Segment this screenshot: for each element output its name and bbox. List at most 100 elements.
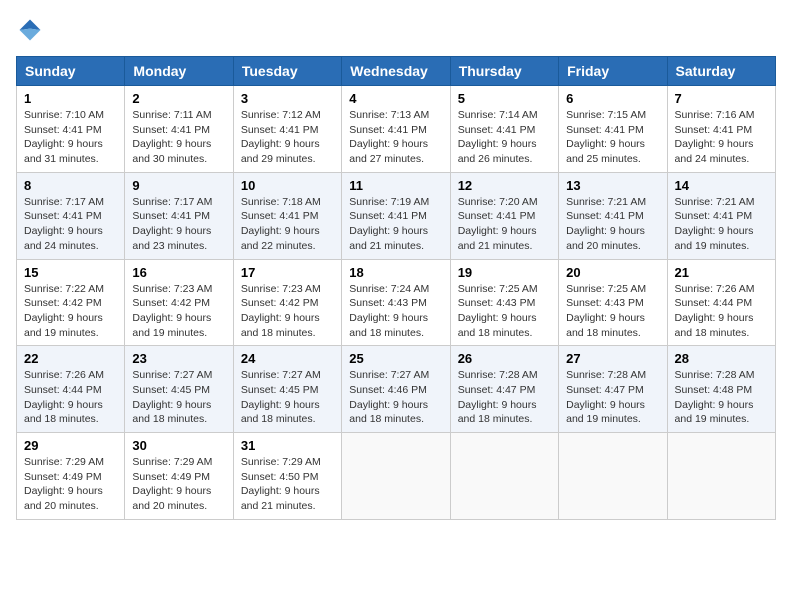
day-number: 6: [566, 91, 659, 106]
calendar-week-2: 8 Sunrise: 7:17 AMSunset: 4:41 PMDayligh…: [17, 172, 776, 259]
day-number: 1: [24, 91, 117, 106]
calendar-cell: 21 Sunrise: 7:26 AMSunset: 4:44 PMDaylig…: [667, 259, 775, 346]
calendar-cell: 17 Sunrise: 7:23 AMSunset: 4:42 PMDaylig…: [233, 259, 341, 346]
day-info: Sunrise: 7:25 AMSunset: 4:43 PMDaylight:…: [566, 283, 646, 339]
weekday-header-tuesday: Tuesday: [233, 57, 341, 86]
calendar-cell: [559, 433, 667, 520]
calendar-cell: 14 Sunrise: 7:21 AMSunset: 4:41 PMDaylig…: [667, 172, 775, 259]
day-info: Sunrise: 7:23 AMSunset: 4:42 PMDaylight:…: [132, 283, 212, 339]
calendar-week-5: 29 Sunrise: 7:29 AMSunset: 4:49 PMDaylig…: [17, 433, 776, 520]
day-number: 10: [241, 178, 334, 193]
day-number: 14: [675, 178, 768, 193]
day-info: Sunrise: 7:27 AMSunset: 4:45 PMDaylight:…: [132, 369, 212, 425]
day-info: Sunrise: 7:29 AMSunset: 4:49 PMDaylight:…: [132, 456, 212, 512]
calendar-cell: 11 Sunrise: 7:19 AMSunset: 4:41 PMDaylig…: [342, 172, 450, 259]
day-info: Sunrise: 7:11 AMSunset: 4:41 PMDaylight:…: [132, 109, 211, 165]
weekday-header-saturday: Saturday: [667, 57, 775, 86]
calendar-table: SundayMondayTuesdayWednesdayThursdayFrid…: [16, 56, 776, 520]
calendar-cell: 10 Sunrise: 7:18 AMSunset: 4:41 PMDaylig…: [233, 172, 341, 259]
day-number: 12: [458, 178, 551, 193]
calendar-cell: [450, 433, 558, 520]
calendar-cell: 20 Sunrise: 7:25 AMSunset: 4:43 PMDaylig…: [559, 259, 667, 346]
calendar-header-row: SundayMondayTuesdayWednesdayThursdayFrid…: [17, 57, 776, 86]
day-number: 3: [241, 91, 334, 106]
calendar-cell: 28 Sunrise: 7:28 AMSunset: 4:48 PMDaylig…: [667, 346, 775, 433]
calendar-cell: 26 Sunrise: 7:28 AMSunset: 4:47 PMDaylig…: [450, 346, 558, 433]
weekday-header-thursday: Thursday: [450, 57, 558, 86]
day-number: 16: [132, 265, 225, 280]
day-number: 17: [241, 265, 334, 280]
calendar-cell: 3 Sunrise: 7:12 AMSunset: 4:41 PMDayligh…: [233, 86, 341, 173]
day-number: 25: [349, 351, 442, 366]
calendar-cell: [342, 433, 450, 520]
calendar-cell: 5 Sunrise: 7:14 AMSunset: 4:41 PMDayligh…: [450, 86, 558, 173]
calendar-cell: 12 Sunrise: 7:20 AMSunset: 4:41 PMDaylig…: [450, 172, 558, 259]
day-info: Sunrise: 7:17 AMSunset: 4:41 PMDaylight:…: [132, 196, 212, 252]
day-number: 4: [349, 91, 442, 106]
day-number: 22: [24, 351, 117, 366]
day-info: Sunrise: 7:10 AMSunset: 4:41 PMDaylight:…: [24, 109, 104, 165]
calendar-cell: 23 Sunrise: 7:27 AMSunset: 4:45 PMDaylig…: [125, 346, 233, 433]
day-info: Sunrise: 7:21 AMSunset: 4:41 PMDaylight:…: [675, 196, 755, 252]
logo: [16, 16, 48, 44]
calendar-week-1: 1 Sunrise: 7:10 AMSunset: 4:41 PMDayligh…: [17, 86, 776, 173]
day-number: 24: [241, 351, 334, 366]
day-number: 23: [132, 351, 225, 366]
day-number: 31: [241, 438, 334, 453]
day-info: Sunrise: 7:19 AMSunset: 4:41 PMDaylight:…: [349, 196, 429, 252]
calendar-cell: 8 Sunrise: 7:17 AMSunset: 4:41 PMDayligh…: [17, 172, 125, 259]
day-info: Sunrise: 7:18 AMSunset: 4:41 PMDaylight:…: [241, 196, 321, 252]
weekday-header-sunday: Sunday: [17, 57, 125, 86]
calendar-week-4: 22 Sunrise: 7:26 AMSunset: 4:44 PMDaylig…: [17, 346, 776, 433]
calendar-cell: 25 Sunrise: 7:27 AMSunset: 4:46 PMDaylig…: [342, 346, 450, 433]
calendar-cell: 4 Sunrise: 7:13 AMSunset: 4:41 PMDayligh…: [342, 86, 450, 173]
calendar-cell: 22 Sunrise: 7:26 AMSunset: 4:44 PMDaylig…: [17, 346, 125, 433]
calendar-cell: 13 Sunrise: 7:21 AMSunset: 4:41 PMDaylig…: [559, 172, 667, 259]
day-info: Sunrise: 7:13 AMSunset: 4:41 PMDaylight:…: [349, 109, 429, 165]
day-info: Sunrise: 7:20 AMSunset: 4:41 PMDaylight:…: [458, 196, 538, 252]
day-number: 27: [566, 351, 659, 366]
calendar-cell: 6 Sunrise: 7:15 AMSunset: 4:41 PMDayligh…: [559, 86, 667, 173]
day-number: 20: [566, 265, 659, 280]
day-info: Sunrise: 7:28 AMSunset: 4:47 PMDaylight:…: [566, 369, 646, 425]
day-info: Sunrise: 7:12 AMSunset: 4:41 PMDaylight:…: [241, 109, 321, 165]
day-info: Sunrise: 7:28 AMSunset: 4:47 PMDaylight:…: [458, 369, 538, 425]
day-number: 11: [349, 178, 442, 193]
day-info: Sunrise: 7:22 AMSunset: 4:42 PMDaylight:…: [24, 283, 104, 339]
day-info: Sunrise: 7:27 AMSunset: 4:45 PMDaylight:…: [241, 369, 321, 425]
day-info: Sunrise: 7:26 AMSunset: 4:44 PMDaylight:…: [24, 369, 104, 425]
day-info: Sunrise: 7:24 AMSunset: 4:43 PMDaylight:…: [349, 283, 429, 339]
page-header: [16, 16, 776, 44]
calendar-cell: 18 Sunrise: 7:24 AMSunset: 4:43 PMDaylig…: [342, 259, 450, 346]
calendar-cell: 7 Sunrise: 7:16 AMSunset: 4:41 PMDayligh…: [667, 86, 775, 173]
calendar-cell: 15 Sunrise: 7:22 AMSunset: 4:42 PMDaylig…: [17, 259, 125, 346]
weekday-header-wednesday: Wednesday: [342, 57, 450, 86]
day-info: Sunrise: 7:27 AMSunset: 4:46 PMDaylight:…: [349, 369, 429, 425]
calendar-cell: 1 Sunrise: 7:10 AMSunset: 4:41 PMDayligh…: [17, 86, 125, 173]
day-number: 28: [675, 351, 768, 366]
calendar-cell: 9 Sunrise: 7:17 AMSunset: 4:41 PMDayligh…: [125, 172, 233, 259]
day-number: 26: [458, 351, 551, 366]
calendar-week-3: 15 Sunrise: 7:22 AMSunset: 4:42 PMDaylig…: [17, 259, 776, 346]
day-number: 21: [675, 265, 768, 280]
day-info: Sunrise: 7:29 AMSunset: 4:50 PMDaylight:…: [241, 456, 321, 512]
day-info: Sunrise: 7:25 AMSunset: 4:43 PMDaylight:…: [458, 283, 538, 339]
day-number: 18: [349, 265, 442, 280]
day-number: 5: [458, 91, 551, 106]
day-number: 15: [24, 265, 117, 280]
calendar-cell: 19 Sunrise: 7:25 AMSunset: 4:43 PMDaylig…: [450, 259, 558, 346]
calendar-cell: 31 Sunrise: 7:29 AMSunset: 4:50 PMDaylig…: [233, 433, 341, 520]
weekday-header-friday: Friday: [559, 57, 667, 86]
day-info: Sunrise: 7:16 AMSunset: 4:41 PMDaylight:…: [675, 109, 755, 165]
day-number: 13: [566, 178, 659, 193]
calendar-cell: [667, 433, 775, 520]
day-number: 2: [132, 91, 225, 106]
day-number: 7: [675, 91, 768, 106]
day-number: 19: [458, 265, 551, 280]
calendar-cell: 24 Sunrise: 7:27 AMSunset: 4:45 PMDaylig…: [233, 346, 341, 433]
day-number: 8: [24, 178, 117, 193]
day-number: 9: [132, 178, 225, 193]
logo-icon: [16, 16, 44, 44]
calendar-cell: 30 Sunrise: 7:29 AMSunset: 4:49 PMDaylig…: [125, 433, 233, 520]
calendar-cell: 29 Sunrise: 7:29 AMSunset: 4:49 PMDaylig…: [17, 433, 125, 520]
